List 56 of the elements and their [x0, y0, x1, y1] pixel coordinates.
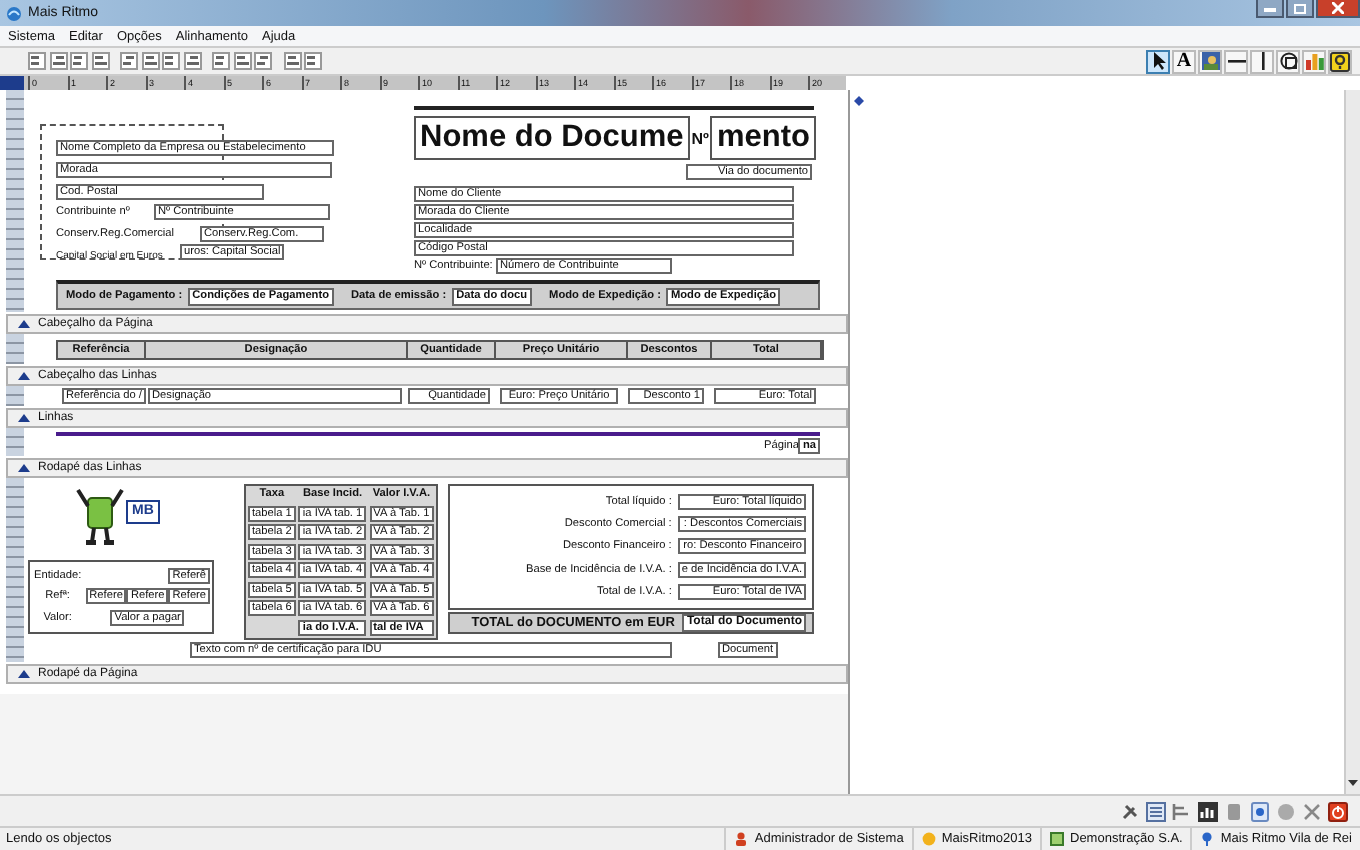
align-icon[interactable]: [283, 52, 301, 70]
vline-tool[interactable]: [1250, 49, 1274, 73]
align-icon[interactable]: [28, 52, 46, 70]
tools-icon[interactable]: [1120, 801, 1140, 821]
align-icon[interactable]: [49, 52, 67, 70]
scroll-down-icon[interactable]: [1348, 780, 1358, 786]
marker-icon: [854, 96, 864, 106]
document-title-field: Nome do Docume: [414, 116, 690, 160]
pointer-icon: [1151, 52, 1165, 70]
align-icon[interactable]: [70, 52, 88, 70]
close-icon: [1332, 2, 1344, 14]
align-icon[interactable]: [233, 52, 251, 70]
close-button[interactable]: [1316, 0, 1360, 18]
chart-icon[interactable]: [1198, 801, 1218, 821]
align-icon[interactable]: [254, 52, 272, 70]
hline-tool[interactable]: [1224, 49, 1248, 73]
shape-tool[interactable]: [1276, 49, 1300, 73]
pointer-tool[interactable]: [1146, 49, 1170, 73]
coin-icon: [921, 832, 936, 846]
collapse-icon[interactable]: [18, 372, 30, 380]
text-tool[interactable]: A: [1172, 49, 1196, 73]
align-icon[interactable]: [120, 52, 138, 70]
mascot-drawing: [76, 486, 124, 546]
image-icon: [1201, 52, 1219, 70]
align-icon[interactable]: [1172, 801, 1192, 821]
align-icon[interactable]: [304, 52, 322, 70]
maximize-icon: [1294, 3, 1306, 13]
person-icon: [734, 832, 749, 846]
vertical-ruler: [6, 386, 24, 406]
align-icon[interactable]: [162, 52, 180, 70]
ruler-corner: [0, 76, 24, 90]
list-icon[interactable]: [1146, 801, 1166, 821]
chart-icon: [1305, 52, 1323, 70]
shapes-icon: [1279, 52, 1297, 70]
align-icon[interactable]: [183, 52, 201, 70]
align-icon[interactable]: [141, 52, 159, 70]
align-icon[interactable]: [91, 52, 109, 70]
vertical-ruler: [6, 428, 24, 456]
document-number-field: mento: [710, 116, 816, 160]
number-label: Nº: [691, 129, 709, 147]
chart-tool[interactable]: [1302, 49, 1326, 73]
align-icon[interactable]: [212, 52, 230, 70]
power-icon[interactable]: [1328, 801, 1348, 821]
app-icon: [6, 5, 22, 21]
collapse-icon[interactable]: [18, 464, 30, 472]
picture-frame-icon: [1050, 832, 1064, 846]
minimize-button[interactable]: [1256, 0, 1284, 18]
vertical-scrollbar[interactable]: [1344, 90, 1360, 794]
collapse-icon[interactable]: [18, 320, 30, 328]
vertical-ruler: [6, 334, 24, 364]
maximize-button[interactable]: [1286, 0, 1314, 18]
image-tool[interactable]: [1198, 49, 1222, 73]
collapse-icon[interactable]: [18, 670, 30, 678]
minimize-icon: [1264, 4, 1276, 12]
collapse-icon[interactable]: [18, 414, 30, 422]
pin-icon: [1200, 832, 1215, 846]
